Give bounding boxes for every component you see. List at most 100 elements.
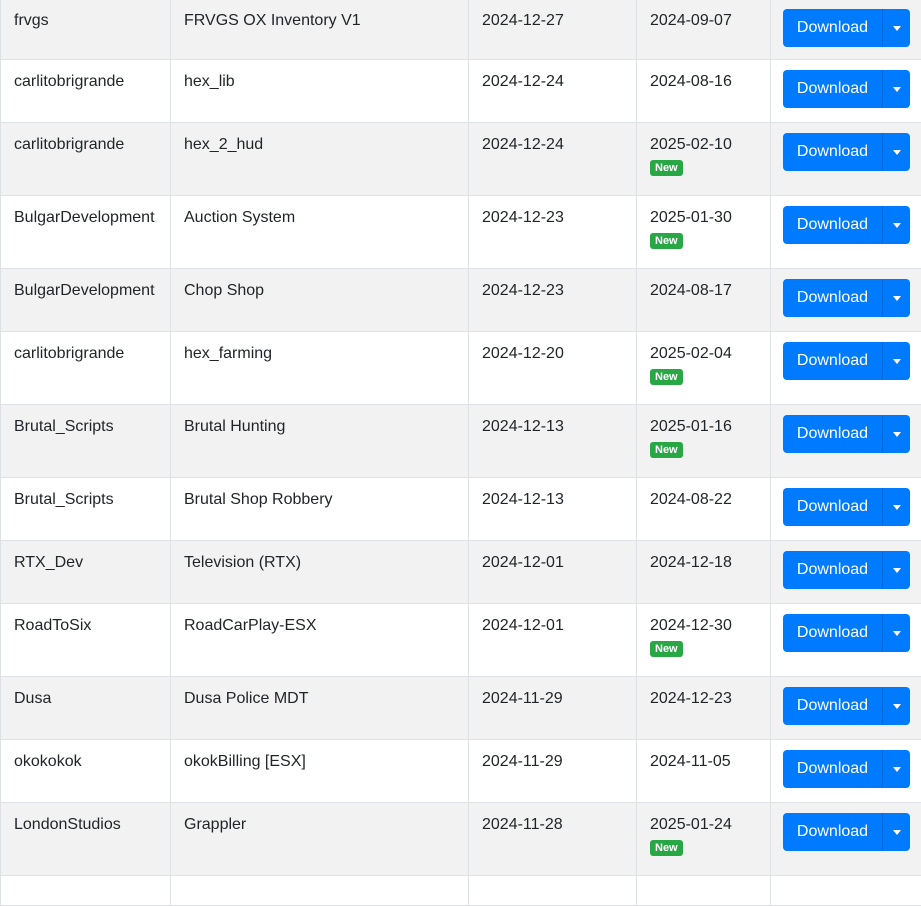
author-cell: [1, 876, 171, 906]
author-cell: okokokok: [1, 740, 171, 803]
added-date-cell: 2024-12-23: [469, 269, 637, 332]
download-options-toggle[interactable]: [882, 206, 910, 244]
added-date: 2024-12-13: [482, 418, 564, 435]
author-cell: BulgarDevelopment: [1, 196, 171, 269]
download-button[interactable]: Download: [783, 488, 882, 526]
resource-name: Grappler: [184, 816, 246, 833]
table-row: carlitobrigrande hex_farming 2024-12-20 …: [1, 332, 921, 405]
author-name: RoadToSix: [14, 617, 91, 634]
download-button[interactable]: Download: [783, 9, 882, 47]
added-date: 2024-12-13: [482, 491, 564, 508]
added-date: 2024-12-23: [482, 209, 564, 226]
download-button[interactable]: Download: [783, 813, 882, 851]
author-name: carlitobrigrande: [14, 73, 124, 90]
author-name: Dusa: [14, 690, 51, 707]
author-cell: carlitobrigrande: [1, 60, 171, 123]
action-cell: Download: [771, 196, 921, 269]
table-row: BulgarDevelopment Auction System 2024-12…: [1, 196, 921, 269]
action-cell: Download: [771, 803, 921, 876]
download-button-group: Download: [783, 415, 910, 453]
updated-date: 2024-11-05: [650, 752, 758, 772]
updated-date: 2024-08-16: [650, 72, 758, 92]
added-date-cell: [469, 876, 637, 906]
added-date-cell: 2024-12-01: [469, 604, 637, 677]
download-button[interactable]: Download: [783, 687, 882, 725]
added-date: 2024-12-27: [482, 12, 564, 29]
download-button[interactable]: Download: [783, 279, 882, 317]
caret-down-icon: [893, 505, 901, 510]
download-options-toggle[interactable]: [882, 415, 910, 453]
resource-name-cell: okokBilling [ESX]: [171, 740, 469, 803]
action-cell: Download: [771, 0, 921, 60]
resources-table-body: frvgs FRVGS OX Inventory V1 2024-12-27 2…: [1, 0, 921, 906]
updated-date: 2024-12-18: [650, 553, 758, 573]
added-date-cell: 2024-12-13: [469, 478, 637, 541]
updated-date-cell: 2024-11-05: [637, 740, 771, 803]
download-button[interactable]: Download: [783, 415, 882, 453]
updated-date: 2025-02-10: [650, 135, 758, 155]
download-options-toggle[interactable]: [882, 488, 910, 526]
table-row: BulgarDevelopment Chop Shop 2024-12-23 2…: [1, 269, 921, 332]
download-options-toggle[interactable]: [882, 70, 910, 108]
table-row: LondonStudios Grappler 2024-11-28 2025-0…: [1, 803, 921, 876]
author-cell: Brutal_Scripts: [1, 478, 171, 541]
download-options-toggle[interactable]: [882, 551, 910, 589]
added-date: 2024-12-01: [482, 617, 564, 634]
resource-name: hex_2_hud: [184, 136, 263, 153]
new-badge: New: [650, 641, 683, 657]
added-date-cell: 2024-12-23: [469, 196, 637, 269]
download-button-group: Download: [783, 9, 910, 47]
added-date: 2024-12-24: [482, 73, 564, 90]
updated-date: 2024-12-30: [650, 616, 758, 636]
updated-date-cell: 2024-12-30 New: [637, 604, 771, 677]
updated-date: 2025-02-04: [650, 344, 758, 364]
download-options-toggle[interactable]: [882, 614, 910, 652]
added-date: 2024-12-24: [482, 136, 564, 153]
resource-name: Auction System: [184, 209, 295, 226]
download-button[interactable]: Download: [783, 70, 882, 108]
download-button-group: Download: [783, 551, 910, 589]
added-date-cell: 2024-11-28: [469, 803, 637, 876]
new-badge: New: [650, 233, 683, 249]
resource-name: Television (RTX): [184, 554, 301, 571]
author-cell: RTX_Dev: [1, 541, 171, 604]
added-date-cell: 2024-12-13: [469, 405, 637, 478]
author-name: BulgarDevelopment: [14, 282, 155, 299]
download-options-toggle[interactable]: [882, 133, 910, 171]
download-button[interactable]: Download: [783, 342, 882, 380]
author-name: frvgs: [14, 12, 49, 29]
download-options-toggle[interactable]: [882, 9, 910, 47]
download-button[interactable]: Download: [783, 551, 882, 589]
author-name: BulgarDevelopment: [14, 209, 155, 226]
updated-date: 2025-01-24: [650, 815, 758, 835]
new-badge: New: [650, 442, 683, 458]
download-button[interactable]: Download: [783, 750, 882, 788]
new-badge: New: [650, 369, 683, 385]
action-cell: Download: [771, 60, 921, 123]
table-row: carlitobrigrande hex_lib 2024-12-24 2024…: [1, 60, 921, 123]
download-options-toggle[interactable]: [882, 813, 910, 851]
download-button[interactable]: Download: [783, 614, 882, 652]
updated-date: 2025-01-16: [650, 417, 758, 437]
download-button[interactable]: Download: [783, 133, 882, 171]
table-row: frvgs FRVGS OX Inventory V1 2024-12-27 2…: [1, 0, 921, 60]
download-options-toggle[interactable]: [882, 750, 910, 788]
action-cell: Download: [771, 478, 921, 541]
download-button[interactable]: Download: [783, 206, 882, 244]
download-button-group: Download: [783, 70, 910, 108]
action-cell: Download: [771, 740, 921, 803]
added-date: 2024-12-20: [482, 345, 564, 362]
download-options-toggle[interactable]: [882, 687, 910, 725]
caret-down-icon: [893, 568, 901, 573]
download-options-toggle[interactable]: [882, 279, 910, 317]
download-options-toggle[interactable]: [882, 342, 910, 380]
download-button-group: Download: [783, 813, 910, 851]
action-cell: Download: [771, 604, 921, 677]
new-badge: New: [650, 160, 683, 176]
caret-down-icon: [893, 704, 901, 709]
updated-date: 2024-09-07: [650, 11, 758, 31]
author-name: carlitobrigrande: [14, 345, 124, 362]
resource-name-cell: hex_2_hud: [171, 123, 469, 196]
action-cell: [771, 876, 921, 906]
caret-down-icon: [893, 432, 901, 437]
